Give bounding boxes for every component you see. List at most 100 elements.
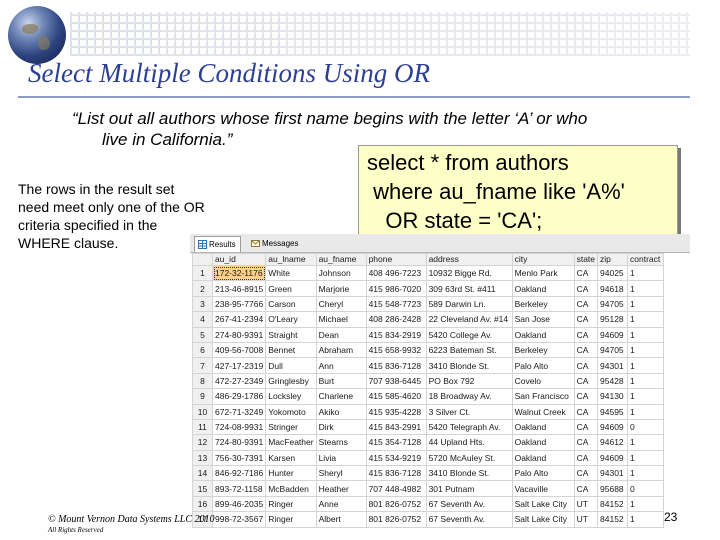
cell-state[interactable]: CA (573, 449, 599, 467)
cell-phone[interactable]: 408 286-2428 (365, 311, 427, 328)
cell-address[interactable]: 5420 College Av. (425, 326, 513, 343)
cell-phone[interactable]: 801 826-0752 (365, 495, 427, 513)
cell-address[interactable]: 67 Seventh Av. (425, 511, 513, 528)
cell-au-lname[interactable]: MacFeather (265, 434, 317, 451)
cell-au-lname[interactable]: Carson (265, 295, 317, 313)
table-row[interactable]: 14 846-92-7186 Hunter Sheryl 415 836-7128 341… (192, 465, 665, 482)
cell-au-id[interactable]: 756-30-7391 (211, 449, 267, 467)
cell-au-id[interactable]: 486-29-1786 (211, 388, 267, 405)
cell-au-id[interactable]: 846-92-7186 (211, 465, 267, 482)
cell-state[interactable]: CA (573, 341, 599, 359)
cell-au-id[interactable]: 998-72-3567 (211, 511, 267, 528)
table-row[interactable]: 13 756-30-7391 Karsen Livia 415 534-9219 5720… (192, 449, 665, 467)
cell-state[interactable]: UT (573, 495, 599, 513)
table-row[interactable]: 5 274-80-9391 Straight Dean 415 834-2919 5420… (192, 326, 665, 343)
cell-au-fname[interactable]: Heather (315, 480, 367, 497)
cell-au-lname[interactable]: Locksley (265, 388, 317, 405)
cell-city[interactable]: Covelo (511, 372, 575, 390)
cell-city[interactable]: Oakland (511, 418, 575, 436)
cell-phone[interactable]: 415 548-7723 (365, 295, 427, 313)
cell-city[interactable]: Palo Alto (511, 465, 575, 482)
cell-state[interactable]: CA (573, 326, 599, 343)
cell-city[interactable]: Oakland (511, 449, 575, 467)
cell-phone[interactable]: 415 935-4228 (365, 403, 427, 420)
column-header-state[interactable]: state (573, 253, 599, 266)
cell-au-fname[interactable]: Livia (315, 449, 367, 467)
row-number-cell[interactable]: 11 (192, 418, 213, 436)
tab-results[interactable]: Results (194, 236, 241, 252)
cell-zip[interactable]: 94705 (597, 341, 629, 359)
table-row[interactable]: 11 724-08-9931 Stringer Dirk 415 843-2991 542… (192, 418, 665, 436)
cell-city[interactable]: Oakland (511, 280, 575, 297)
cell-phone[interactable]: 415 354-7128 (365, 434, 427, 451)
row-number-cell[interactable]: 8 (192, 372, 213, 390)
cell-phone[interactable]: 801 826-0752 (365, 511, 427, 528)
cell-zip[interactable]: 95428 (597, 372, 629, 390)
row-number-cell[interactable]: 4 (192, 311, 213, 328)
cell-au-id[interactable]: 472-27-2349 (211, 372, 267, 390)
cell-au-fname[interactable]: Dirk (315, 418, 367, 436)
cell-au-id[interactable]: 172-32-1176 (211, 264, 267, 282)
cell-au-fname[interactable]: Charlene (315, 388, 367, 405)
cell-au-lname[interactable]: Gringlesby (265, 372, 317, 390)
cell-au-lname[interactable]: Green (265, 280, 317, 297)
column-header-au-id[interactable]: au_id (211, 253, 267, 266)
cell-phone[interactable]: 707 448-4982 (365, 480, 427, 497)
cell-phone[interactable]: 415 658-9932 (365, 341, 427, 359)
cell-zip[interactable]: 84152 (597, 511, 629, 528)
cell-state[interactable]: CA (573, 388, 599, 405)
cell-contract[interactable]: 1 (627, 295, 665, 313)
column-header-contract[interactable]: contract (627, 253, 665, 266)
cell-phone[interactable]: 408 496-7223 (365, 264, 427, 282)
cell-phone[interactable]: 415 836-7128 (365, 357, 427, 374)
cell-au-id[interactable]: 899-46-2035 (211, 495, 267, 513)
cell-address[interactable]: 67 Seventh Av. (425, 495, 513, 513)
cell-au-id[interactable]: 724-80-9391 (211, 434, 267, 451)
cell-zip[interactable]: 95688 (597, 480, 629, 497)
cell-city[interactable]: Berkeley (511, 341, 575, 359)
cell-au-lname[interactable]: Bennet (265, 341, 317, 359)
cell-city[interactable]: Walnut Creek (511, 403, 575, 420)
table-row[interactable]: 17 998-72-3567 Ringer Albert 801 826-0752 67 … (192, 511, 665, 528)
row-number-cell[interactable]: 3 (192, 295, 213, 313)
cell-zip[interactable]: 94130 (597, 388, 629, 405)
cell-au-fname[interactable]: Michael (315, 311, 367, 328)
row-number-cell[interactable]: 13 (192, 449, 213, 467)
cell-au-lname[interactable]: Ringer (265, 495, 317, 513)
row-number-cell[interactable]: 14 (192, 465, 213, 482)
table-row[interactable]: 4 267-41-2394 O'Leary Michael 408 286-2428 22… (192, 311, 665, 328)
cell-zip[interactable]: 94618 (597, 280, 629, 297)
cell-address[interactable]: 10932 Bigge Rd. (425, 264, 513, 282)
row-number-cell[interactable]: 7 (192, 357, 213, 374)
cell-au-id[interactable]: 274-80-9391 (211, 326, 267, 343)
cell-address[interactable]: 3 Silver Ct. (425, 403, 513, 420)
cell-address[interactable]: 3410 Blonde St. (425, 465, 513, 482)
column-header-phone[interactable]: phone (365, 253, 427, 266)
cell-state[interactable]: CA (573, 264, 599, 282)
cell-state[interactable]: CA (573, 295, 599, 313)
cell-state[interactable]: CA (573, 280, 599, 297)
row-number-cell[interactable]: 1 (192, 264, 213, 282)
column-header-address[interactable]: address (425, 253, 513, 266)
table-row[interactable]: 12 724-80-9391 MacFeather Stearns 415 354-71… (192, 434, 665, 451)
row-number-cell[interactable]: 10 (192, 403, 213, 420)
cell-phone[interactable]: 415 986-7020 (365, 280, 427, 297)
cell-zip[interactable]: 84152 (597, 495, 629, 513)
cell-contract[interactable]: 1 (627, 403, 665, 420)
cell-address[interactable]: 44 Upland Hts. (425, 434, 513, 451)
cell-phone[interactable]: 415 834-2919 (365, 326, 427, 343)
cell-phone[interactable]: 415 843-2991 (365, 418, 427, 436)
cell-au-id[interactable]: 238-95-7766 (211, 295, 267, 313)
cell-au-fname[interactable]: Sheryl (315, 465, 367, 482)
cell-au-id[interactable]: 213-46-8915 (211, 280, 267, 297)
cell-contract[interactable]: 1 (627, 495, 665, 513)
cell-au-lname[interactable]: Ringer (265, 511, 317, 528)
table-row[interactable]: 1 172-32-1176 White Johnson 408 496-7223 1093… (192, 264, 665, 282)
cell-zip[interactable]: 94609 (597, 449, 629, 467)
cell-contract[interactable]: 1 (627, 280, 665, 297)
cell-au-fname[interactable]: Johnson (315, 264, 367, 282)
cell-au-fname[interactable]: Abraham (315, 341, 367, 359)
cell-au-lname[interactable]: White (265, 264, 317, 282)
cell-state[interactable]: CA (573, 357, 599, 374)
cell-state[interactable]: CA (573, 434, 599, 451)
